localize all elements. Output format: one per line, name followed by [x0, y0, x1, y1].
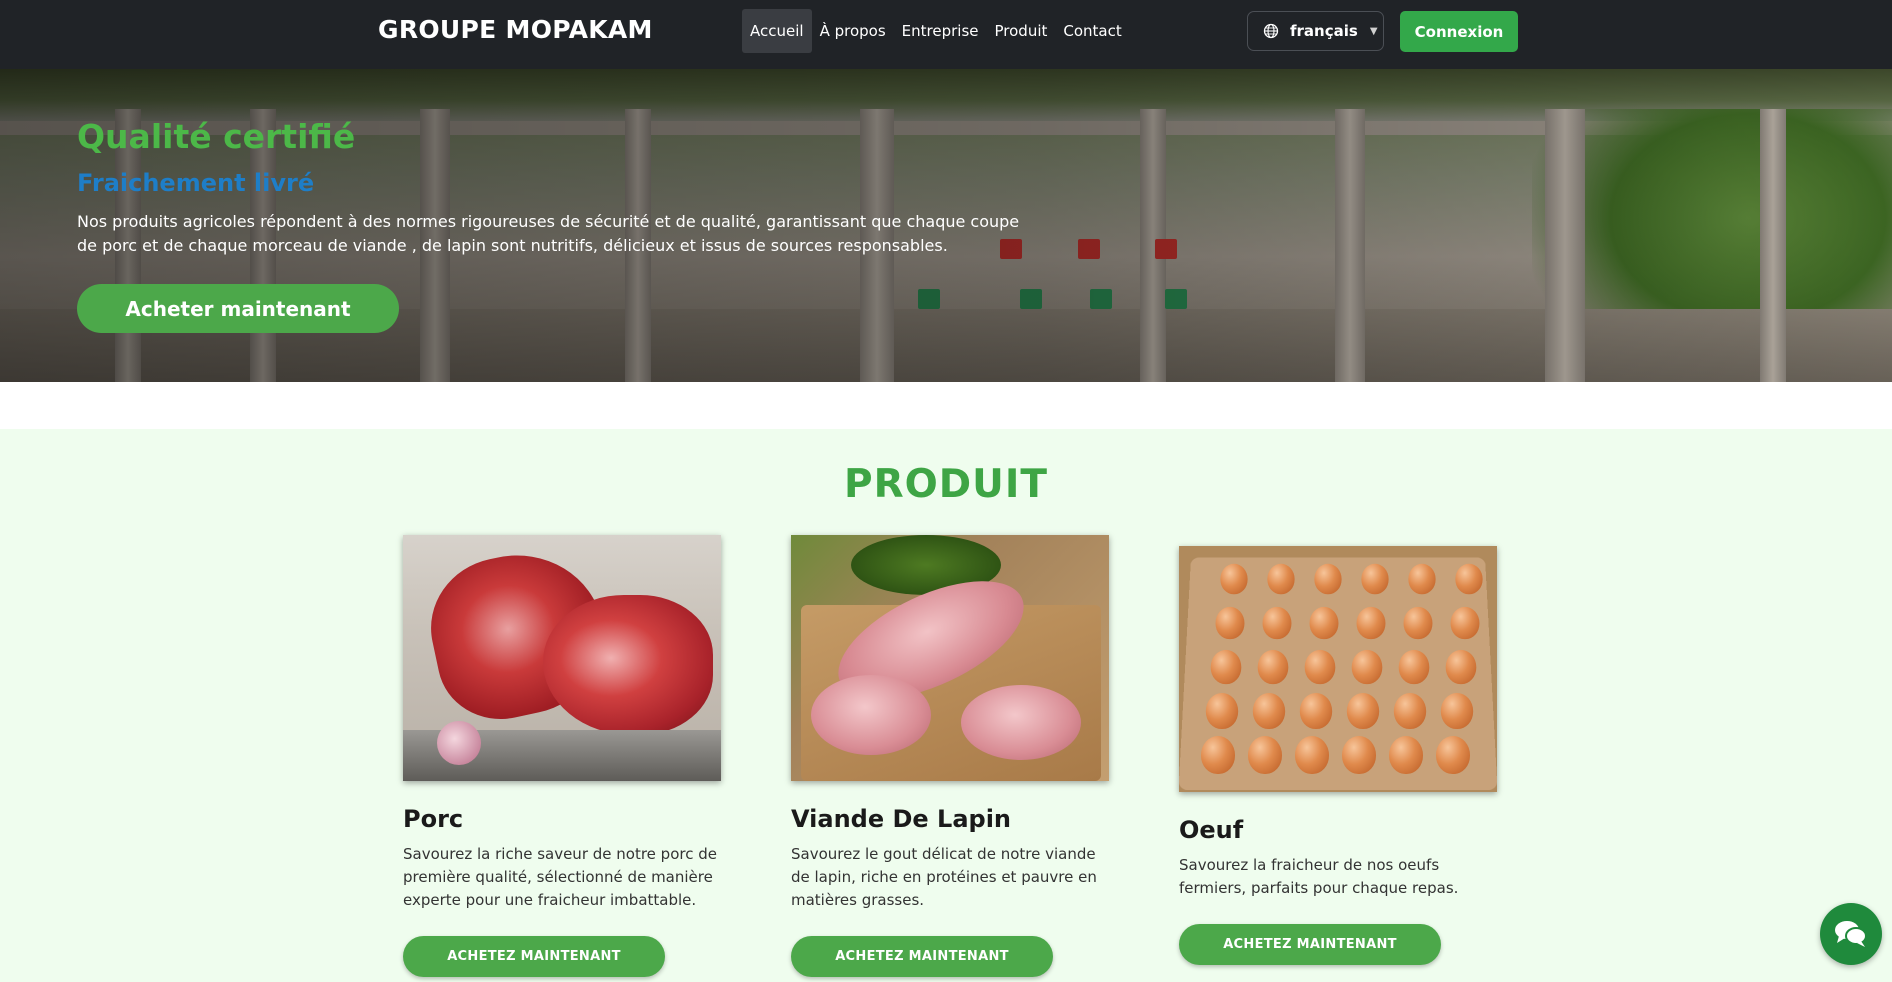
egg	[1436, 736, 1470, 774]
nav-link-accueil[interactable]: Accueil	[742, 9, 812, 53]
buy-porc-button[interactable]: ACHETEZ MAINTENANT	[403, 936, 665, 977]
egg	[1398, 649, 1430, 685]
lapin-meat-piece	[811, 675, 931, 755]
hero-banner: Qualité certifié Fraichement livré Nos p…	[0, 69, 1892, 382]
egg	[1309, 606, 1339, 640]
caret-down-icon: ▼	[1369, 25, 1378, 37]
egg	[1304, 649, 1336, 685]
product-image-oeuf[interactable]	[1179, 546, 1497, 792]
porc-onion	[437, 721, 481, 765]
product-name: Porc	[403, 805, 464, 833]
egg	[1455, 563, 1483, 595]
product-card-lapin: Viande De Lapin Savourez le gout délicat…	[791, 535, 1109, 977]
language-selector[interactable]: français ▼	[1247, 11, 1384, 51]
product-card-oeuf: Oeuf Savourez la fraicheur de nos oeufs …	[1179, 546, 1497, 965]
egg	[1257, 649, 1289, 685]
top-navbar: GROUPE MOPAKAM Accueil À propos Entrepri…	[0, 0, 1892, 69]
egg	[1356, 606, 1386, 640]
egg	[1450, 606, 1480, 640]
egg	[1215, 606, 1245, 640]
product-card-porc: Porc Savourez la riche saveur de notre p…	[403, 535, 721, 977]
login-button[interactable]: Connexion	[1400, 11, 1518, 52]
egg	[1342, 736, 1376, 774]
egg	[1393, 692, 1427, 730]
language-label: français	[1290, 22, 1358, 40]
hero-title: Qualité certifié	[77, 117, 356, 156]
porc-meat-cut	[543, 595, 713, 735]
egg	[1262, 606, 1292, 640]
egg	[1252, 692, 1286, 730]
egg	[1351, 649, 1383, 685]
product-image-porc[interactable]	[403, 535, 721, 781]
brand-logo-text[interactable]: GROUPE MOPAKAM	[378, 15, 653, 44]
nav-link-entreprise[interactable]: Entreprise	[894, 9, 987, 53]
product-name: Viande De Lapin	[791, 805, 1012, 833]
egg	[1403, 606, 1433, 640]
chat-icon	[1835, 921, 1867, 947]
egg	[1220, 563, 1248, 595]
egg	[1205, 692, 1239, 730]
nav-link-contact[interactable]: Contact	[1055, 9, 1129, 53]
egg	[1295, 736, 1329, 774]
egg	[1361, 563, 1389, 595]
egg	[1389, 736, 1423, 774]
hero-description: Nos produits agricoles répondent à des n…	[77, 212, 1020, 255]
egg	[1210, 649, 1242, 685]
egg	[1201, 736, 1235, 774]
nav-link-a-propos[interactable]: À propos	[812, 9, 894, 53]
egg	[1445, 649, 1477, 685]
egg	[1299, 692, 1333, 730]
egg	[1440, 692, 1474, 730]
buy-now-button[interactable]: Acheter maintenant	[77, 284, 399, 333]
nav-link-produit[interactable]: Produit	[987, 9, 1056, 53]
buy-lapin-button[interactable]: ACHETEZ MAINTENANT	[791, 936, 1053, 977]
product-image-lapin[interactable]	[791, 535, 1109, 781]
chat-button[interactable]	[1820, 903, 1882, 965]
lapin-meat-piece	[961, 685, 1081, 760]
hero-subtitle: Fraichement livré	[77, 169, 315, 197]
egg	[1248, 736, 1282, 774]
products-section: PRODUIT Porc Savourez la riche saveur de…	[0, 429, 1892, 982]
main-nav: Accueil À propos Entreprise Produit Cont…	[742, 9, 1130, 53]
section-title: PRODUIT	[844, 462, 1048, 507]
globe-icon	[1263, 23, 1279, 39]
egg	[1314, 563, 1342, 595]
product-description: Savourez la riche saveur de notre porc d…	[403, 845, 717, 909]
product-description: Savourez la fraicheur de nos oeufs fermi…	[1179, 856, 1459, 897]
product-name: Oeuf	[1179, 816, 1244, 844]
buy-oeuf-button[interactable]: ACHETEZ MAINTENANT	[1179, 924, 1441, 965]
egg	[1408, 563, 1436, 595]
product-description: Savourez le gout délicat de notre viande…	[791, 845, 1097, 909]
egg	[1346, 692, 1380, 730]
egg	[1267, 563, 1295, 595]
